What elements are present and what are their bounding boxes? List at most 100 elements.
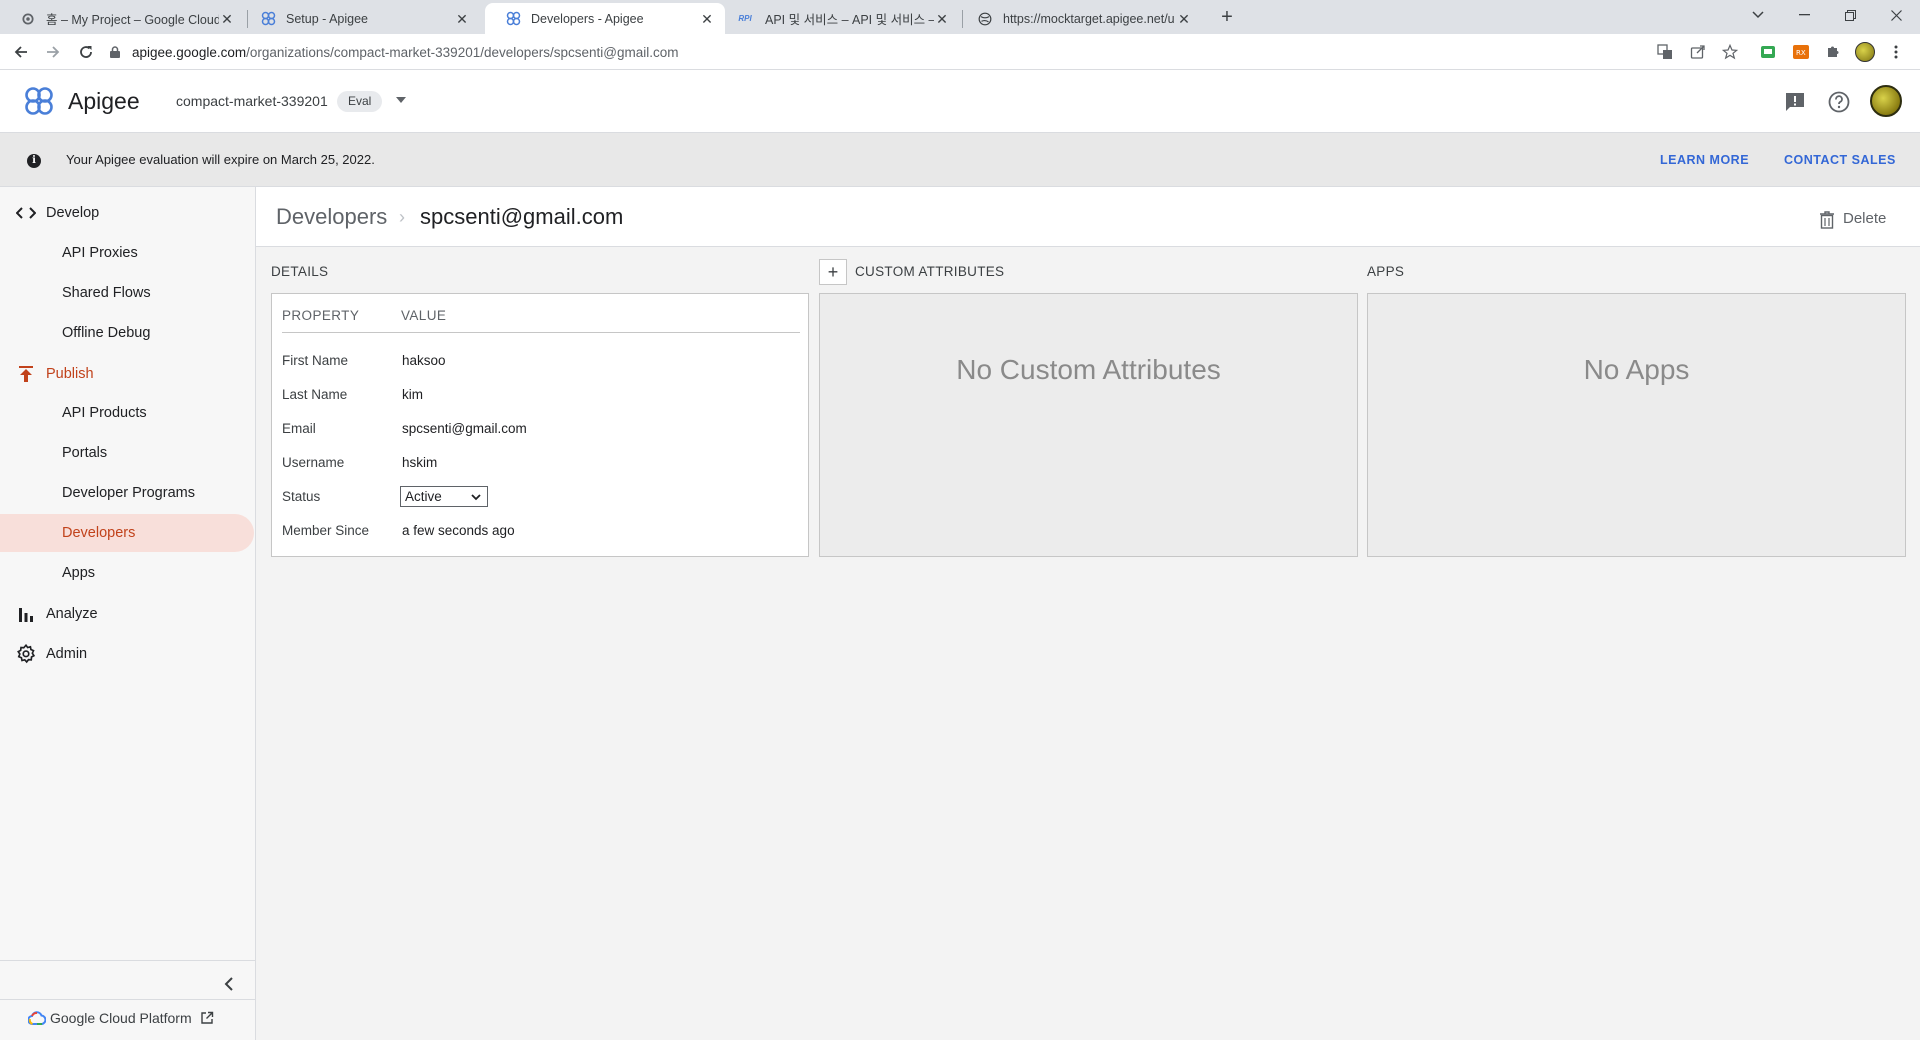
browser-menu-icon[interactable] — [1886, 42, 1906, 62]
sidebar-section-admin[interactable]: Admin — [0, 638, 256, 670]
minimize-icon[interactable] — [1781, 0, 1827, 30]
brand-name: Apigee — [68, 88, 140, 114]
learn-more-link[interactable]: LEARN MORE — [1660, 153, 1749, 167]
browser-tab[interactable]: 홈 – My Project – Google Cloud ✕ — [0, 3, 245, 34]
new-tab-button[interactable]: + — [1215, 6, 1239, 30]
details-heading: DETAILS — [271, 264, 329, 279]
sidebar-section-analyze[interactable]: Analyze — [0, 598, 256, 630]
sidebar-section-label: Publish — [46, 366, 94, 382]
property-name: Last Name — [282, 387, 348, 402]
gcp-console-link[interactable]: Google Cloud Platform — [28, 1010, 214, 1026]
org-dropdown-icon[interactable] — [396, 97, 406, 103]
close-icon[interactable]: ✕ — [1176, 11, 1192, 27]
sidebar-item-shared-flows[interactable]: Shared Flows — [0, 274, 254, 312]
info-icon: i — [27, 154, 41, 168]
sidebar: Develop API Proxies Shared Flows Offline… — [0, 187, 256, 1040]
url-field[interactable]: apigee.google.com/organizations/compact-… — [108, 39, 1698, 65]
sidebar-section-label: Develop — [46, 205, 100, 221]
property-value: spcsenti@gmail.com — [402, 421, 527, 436]
sidebar-item-api-proxies[interactable]: API Proxies — [0, 234, 254, 272]
restore-icon[interactable] — [1827, 0, 1873, 30]
browser-tab[interactable]: Setup - Apigee ✕ — [240, 3, 480, 34]
close-icon[interactable]: ✕ — [219, 11, 235, 27]
share-icon[interactable] — [1688, 42, 1708, 62]
window-close-icon[interactable] — [1873, 0, 1919, 30]
gear-icon — [15, 643, 37, 665]
close-icon[interactable]: ✕ — [934, 11, 950, 27]
apps-heading: APPS — [1367, 264, 1405, 279]
browser-tab-active[interactable]: Developers - Apigee ✕ — [485, 3, 725, 34]
add-custom-attribute-button[interactable]: + — [819, 259, 847, 285]
page-title-bar: Developers › spcsenti@gmail.com Delete — [256, 187, 1920, 247]
custom-attributes-card: No Custom Attributes — [819, 293, 1358, 557]
forward-arrow-icon[interactable] — [41, 40, 65, 64]
property-name: Status — [282, 489, 321, 504]
sidebar-section-publish[interactable]: Publish — [0, 358, 256, 390]
url-path: /organizations/compact-market-339201/dev… — [246, 44, 679, 60]
empty-state-text: No Custom Attributes — [956, 354, 1221, 385]
property-value: haksoo — [402, 353, 446, 368]
property-value: hskim — [402, 455, 438, 470]
org-selector[interactable]: compact-market-339201 — [176, 93, 328, 109]
breadcrumb-separator: › — [399, 207, 405, 227]
divider — [0, 960, 255, 961]
banner-message: Your Apigee evaluation will expire on Ma… — [66, 152, 375, 167]
custom-attributes-heading: CUSTOM ATTRIBUTES — [855, 264, 1005, 279]
delete-button[interactable]: Delete — [1819, 207, 1886, 229]
code-brackets-icon — [15, 202, 37, 224]
help-icon[interactable] — [1826, 89, 1852, 115]
property-column-header: PROPERTY — [282, 308, 360, 323]
breadcrumb-developers[interactable]: Developers — [276, 204, 387, 230]
user-avatar[interactable] — [1870, 85, 1902, 117]
sidebar-item-apps[interactable]: Apps — [0, 554, 254, 592]
contact-sales-link[interactable]: CONTACT SALES — [1784, 153, 1896, 167]
empty-state-text: No Apps — [1583, 354, 1690, 385]
lock-icon — [110, 46, 120, 58]
globe-icon — [977, 11, 993, 27]
browser-tab-bar: 홈 – My Project – Google Cloud ✕ Setup - … — [0, 0, 1920, 34]
chevron-down-icon — [471, 494, 481, 501]
sidebar-section-develop[interactable]: Develop — [0, 197, 256, 229]
sidebar-item-offline-debug[interactable]: Offline Debug — [0, 314, 254, 352]
external-link-icon — [200, 1011, 213, 1024]
header-divider — [282, 332, 800, 333]
evaluation-banner: i Your Apigee evaluation will expire on … — [0, 133, 1920, 187]
gear-icon — [20, 11, 36, 27]
sidebar-item-developers[interactable]: Developers — [0, 514, 254, 552]
close-icon[interactable]: ✕ — [454, 11, 470, 27]
url-host: apigee.google.com — [132, 44, 247, 60]
status-select[interactable]: Active — [400, 486, 488, 507]
translate-icon[interactable] — [1655, 42, 1675, 62]
extension-orange-icon[interactable]: RX — [1791, 42, 1811, 62]
svg-text:RX: RX — [1796, 49, 1806, 57]
extension-green-icon[interactable] — [1758, 42, 1778, 62]
gcp-link-label: Google Cloud Platform — [50, 1010, 192, 1026]
bar-chart-icon — [15, 603, 37, 625]
browser-tab[interactable]: https://mocktarget.apigee.net/u ✕ — [957, 3, 1202, 34]
tab-search-chevron-icon[interactable] — [1735, 0, 1781, 30]
app-header: Apigee compact-market-339201 Eval — [0, 70, 1920, 133]
apigee-logo-icon[interactable] — [24, 86, 54, 116]
collapse-sidebar-chevron-icon[interactable] — [218, 973, 240, 995]
feedback-icon[interactable] — [1782, 89, 1808, 115]
reload-icon[interactable] — [74, 40, 98, 64]
sidebar-section-label: Admin — [46, 646, 88, 662]
page-title: spcsenti@gmail.com — [420, 204, 624, 229]
profile-avatar[interactable] — [1855, 42, 1875, 62]
sidebar-item-developer-programs[interactable]: Developer Programs — [0, 474, 254, 512]
bookmark-star-icon[interactable] — [1720, 42, 1740, 62]
sidebar-section-label: Analyze — [46, 606, 98, 622]
api-icon: RPI — [738, 14, 752, 23]
close-icon[interactable]: ✕ — [699, 11, 715, 27]
details-card: PROPERTY VALUE First Name haksoo Last Na… — [271, 293, 809, 557]
sidebar-item-api-products[interactable]: API Products — [0, 394, 254, 432]
property-name: Email — [282, 421, 316, 436]
property-value: kim — [402, 387, 423, 402]
browser-tab[interactable]: RPI API 및 서비스 – API 및 서비스 – ✕ — [715, 3, 960, 34]
back-arrow-icon[interactable] — [9, 40, 33, 64]
property-name: Username — [282, 455, 345, 470]
delete-label: Delete — [1843, 209, 1887, 227]
sidebar-item-portals[interactable]: Portals — [0, 434, 254, 472]
property-name: Member Since — [282, 523, 370, 538]
puzzle-extensions-icon[interactable] — [1823, 42, 1843, 62]
